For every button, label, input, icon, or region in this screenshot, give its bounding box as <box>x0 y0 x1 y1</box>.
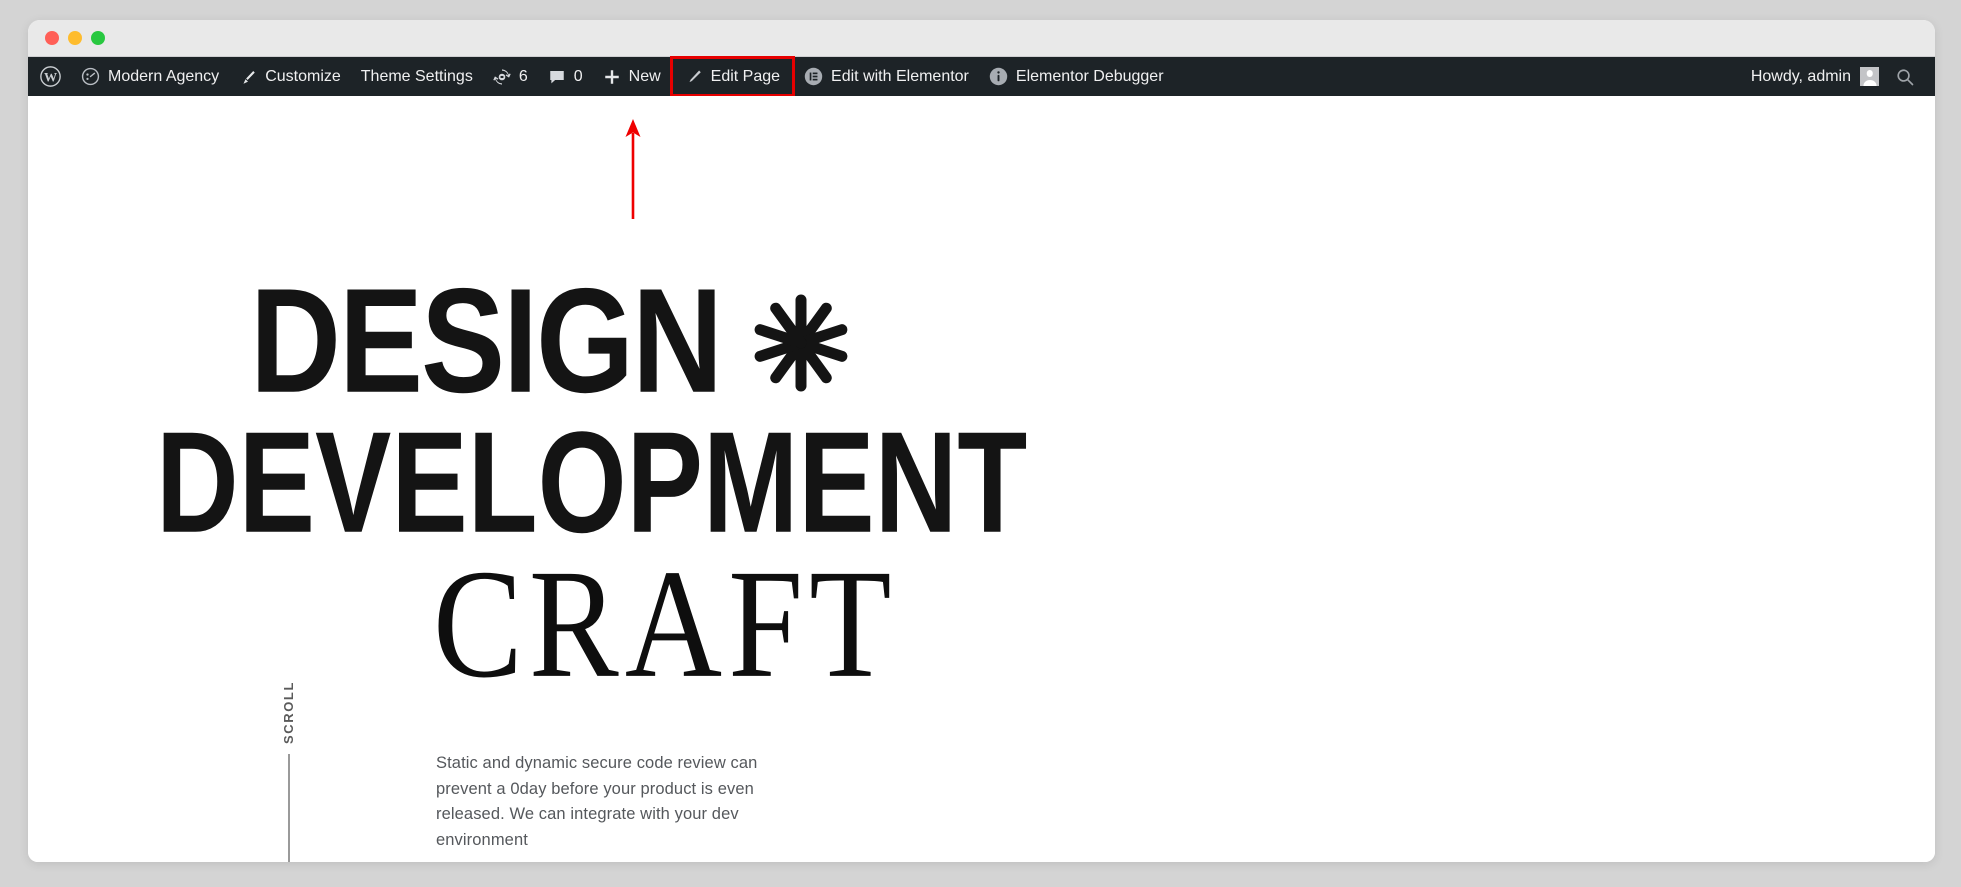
traffic-light-controls <box>45 31 105 45</box>
admin-bar-item-wp-logo[interactable]: W <box>28 57 71 96</box>
update-arrows-icon <box>493 68 511 86</box>
comments-count: 0 <box>573 67 583 85</box>
admin-bar-item-customize[interactable]: Customize <box>229 57 351 96</box>
edit-with-elementor-label: Edit with Elementor <box>831 67 969 85</box>
admin-bar-right-group: Howdy, admin <box>1741 67 1935 87</box>
scroll-indicator: SCROLL <box>281 681 296 862</box>
updates-count: 6 <box>518 67 528 85</box>
admin-bar-item-my-account[interactable]: Howdy, admin <box>1741 67 1889 86</box>
dashboard-gauge-icon <box>81 67 100 86</box>
asterisk-starburst-icon <box>751 293 851 393</box>
hero-heading-line-2: DEVELOPMENT <box>156 402 1028 564</box>
howdy-greeting: Howdy, admin <box>1750 67 1851 85</box>
edit-page-label: Edit Page <box>710 67 781 85</box>
close-window-button[interactable] <box>45 31 59 45</box>
svg-text:W: W <box>44 69 57 84</box>
wordpress-icon: W <box>40 66 61 87</box>
customize-label: Customize <box>265 67 341 85</box>
theme-settings-label: Theme Settings <box>360 67 473 85</box>
pencil-icon <box>685 68 703 86</box>
admin-bar-item-comments[interactable]: 0 <box>538 57 593 96</box>
search-icon <box>1895 67 1915 87</box>
admin-bar-item-theme-settings[interactable]: Theme Settings <box>351 57 483 96</box>
admin-bar-search-button[interactable] <box>1889 67 1927 87</box>
scroll-line-decoration <box>287 754 290 862</box>
elementor-icon <box>804 67 823 86</box>
admin-bar-item-site-name[interactable]: Modern Agency <box>71 57 229 96</box>
scroll-label: SCROLL <box>281 681 296 745</box>
user-avatar-icon <box>1860 67 1879 86</box>
site-name-label: Modern Agency <box>108 67 220 85</box>
plus-icon <box>603 68 621 86</box>
elementor-debugger-label: Elementor Debugger <box>1015 67 1164 85</box>
hero-heading-line-1: DESIGN <box>250 266 851 415</box>
admin-bar-item-edit-page[interactable]: Edit Page <box>669 56 796 97</box>
hero-heading-line-3: CRAFT <box>433 536 898 711</box>
minimize-window-button[interactable] <box>68 31 82 45</box>
browser-window: W Modern Agency Customize Theme Settings… <box>28 20 1935 862</box>
new-content-label: New <box>628 67 661 85</box>
wordpress-admin-bar: W Modern Agency Customize Theme Settings… <box>28 56 1935 97</box>
page-content-area: DESIGN DEVELOPMENT CRAFT SCROLL Static a… <box>28 96 1935 862</box>
maximize-window-button[interactable] <box>91 31 105 45</box>
hero-paragraph: Static and dynamic secure code review ca… <box>436 754 758 849</box>
heading-word-design: DESIGN <box>250 257 723 424</box>
info-icon <box>989 67 1008 86</box>
admin-bar-item-updates[interactable]: 6 <box>483 57 538 96</box>
admin-bar-item-elementor-debugger[interactable]: Elementor Debugger <box>979 57 1174 96</box>
window-titlebar <box>28 20 1935 57</box>
admin-bar-item-new[interactable]: New <box>593 57 671 96</box>
hero-section: DESIGN DEVELOPMENT CRAFT SCROLL Static a… <box>28 96 1935 862</box>
paintbrush-icon <box>239 68 257 86</box>
admin-bar-item-edit-with-elementor[interactable]: Edit with Elementor <box>794 57 979 96</box>
comment-bubble-icon <box>548 68 566 86</box>
